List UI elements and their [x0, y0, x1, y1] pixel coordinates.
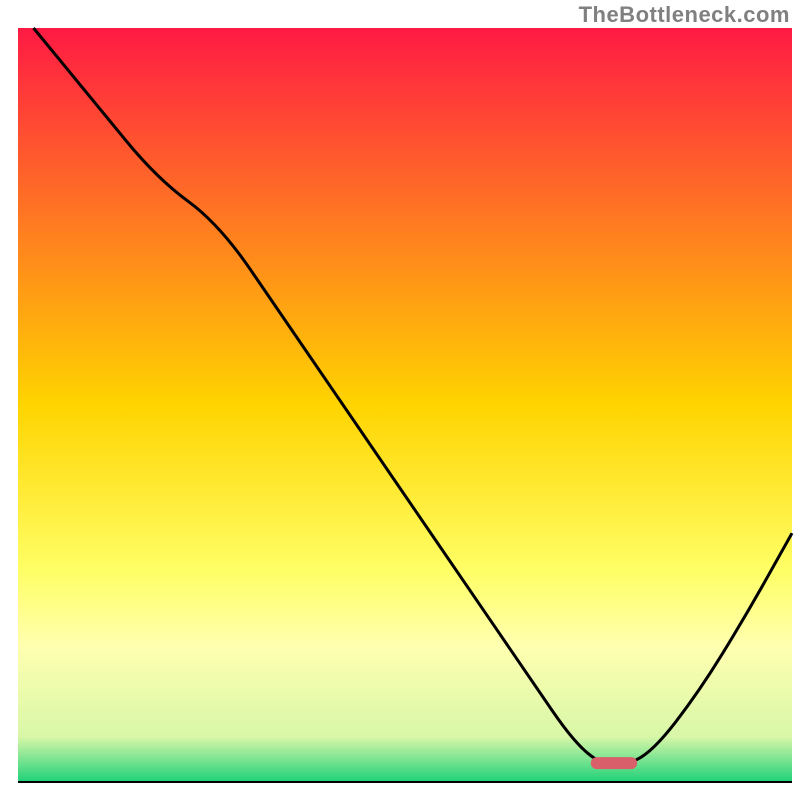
watermark-text: TheBottleneck.com — [579, 2, 790, 28]
bottleneck-chart: TheBottleneck.com — [0, 0, 800, 800]
chart-svg — [0, 0, 800, 800]
plot-background — [18, 28, 792, 782]
optimal-marker — [591, 757, 637, 769]
